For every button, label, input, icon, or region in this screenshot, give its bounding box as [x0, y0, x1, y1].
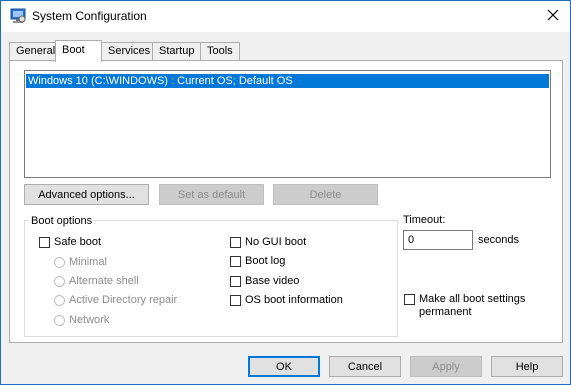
tab-services[interactable]: Services [101, 42, 153, 60]
network-radio[interactable] [54, 315, 65, 326]
window-title: System Configuration [32, 9, 147, 23]
ok-button[interactable]: OK [248, 356, 320, 377]
base-video-checkbox[interactable] [230, 276, 241, 287]
advanced-options-button[interactable]: Advanced options... [24, 184, 149, 205]
help-button[interactable]: Help [491, 356, 563, 377]
safe-boot-label: Safe boot [54, 236, 102, 248]
os-boot-information-checkbox[interactable] [230, 295, 241, 306]
alternate-shell-label: Alternate shell [69, 275, 139, 287]
make-permanent-label-line1: Make all boot settings [419, 293, 526, 305]
cancel-button[interactable]: Cancel [329, 356, 401, 377]
close-icon [547, 9, 559, 24]
base-video-label: Base video [245, 275, 300, 287]
make-permanent-checkbox[interactable] [404, 294, 415, 305]
os-list-item[interactable]: Windows 10 (C:\WINDOWS) : Current OS; De… [26, 74, 549, 88]
set-as-default-button[interactable]: Set as default [159, 184, 264, 205]
tab-boot[interactable]: Boot [55, 40, 102, 62]
alternate-shell-radio[interactable] [54, 276, 65, 287]
tab-general[interactable]: General [9, 42, 56, 60]
system-configuration-window: System Configuration General Boot Servic… [0, 0, 571, 385]
apply-button[interactable]: Apply [410, 356, 482, 377]
network-label: Network [69, 314, 110, 326]
title-bar: System Configuration [1, 1, 570, 32]
timeout-input[interactable]: 0 [403, 230, 473, 250]
system-configuration-icon [10, 8, 26, 24]
tab-tools[interactable]: Tools [200, 42, 240, 60]
minimal-label: Minimal [69, 256, 107, 268]
os-list[interactable]: Windows 10 (C:\WINDOWS) : Current OS; De… [24, 70, 551, 178]
delete-button[interactable]: Delete [273, 184, 378, 205]
safe-boot-checkbox[interactable] [39, 237, 50, 248]
close-button[interactable] [536, 1, 570, 32]
minimal-radio[interactable] [54, 257, 65, 268]
no-gui-boot-checkbox[interactable] [230, 237, 241, 248]
active-directory-repair-radio[interactable] [54, 295, 65, 306]
boot-options-label: Boot options [29, 215, 95, 227]
boot-log-label: Boot log [245, 255, 286, 267]
boot-log-checkbox[interactable] [230, 256, 241, 267]
no-gui-boot-label: No GUI boot [245, 236, 307, 248]
make-permanent-label-line2: permanent [419, 306, 472, 318]
timeout-label: Timeout: [403, 214, 446, 226]
active-directory-repair-label: Active Directory repair [69, 294, 178, 306]
os-boot-information-label: OS boot information [245, 294, 343, 306]
seconds-label: seconds [478, 234, 519, 246]
tab-startup[interactable]: Startup [152, 42, 201, 60]
